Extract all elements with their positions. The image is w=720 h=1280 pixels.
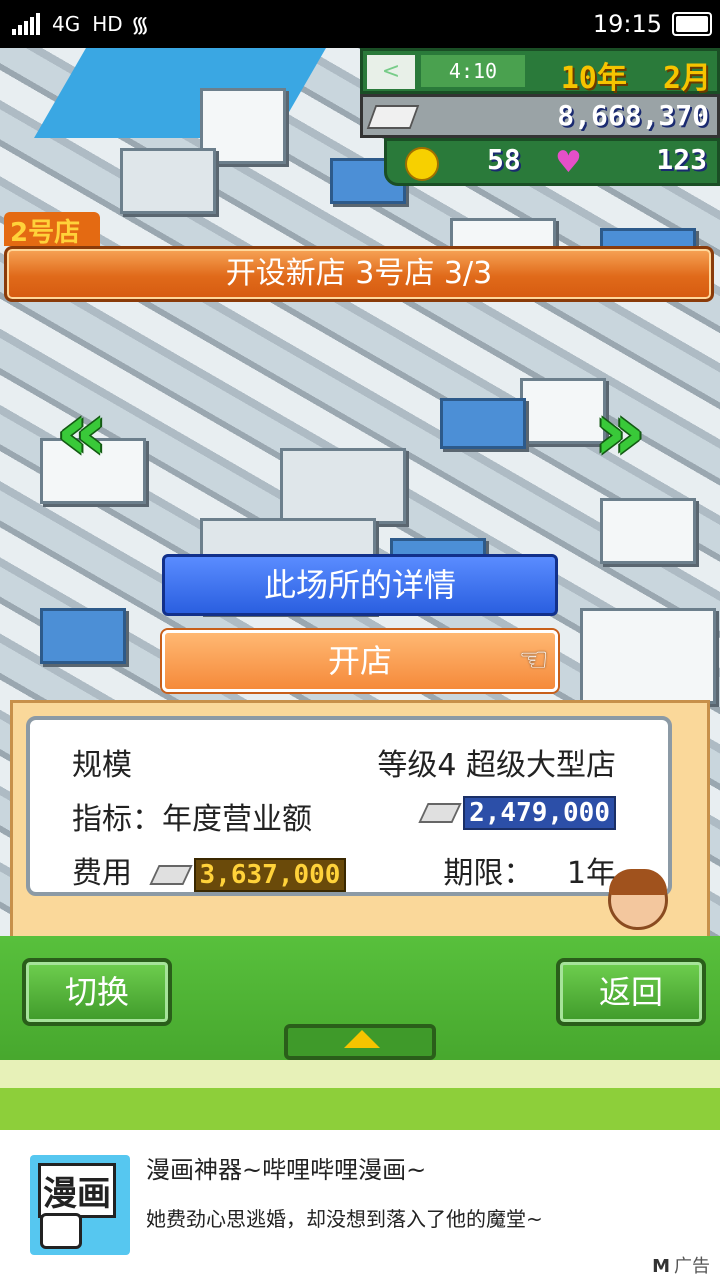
arrow-up-icon — [344, 1030, 380, 1048]
location-details-button[interactable]: 此场所的详情 — [162, 554, 558, 616]
building — [600, 498, 696, 564]
ad-icon-text: 漫画 — [38, 1163, 116, 1218]
hd-indicator: HD — [92, 12, 123, 36]
coin-icon — [405, 147, 439, 181]
game-date: 10年 2月 — [561, 53, 711, 97]
pointing-hand-icon: ☜ — [518, 640, 549, 680]
target-value: 2,479,000 — [463, 795, 616, 830]
panel-stripe — [0, 1060, 720, 1088]
building — [440, 398, 526, 449]
switch-button[interactable]: 切换 — [22, 958, 172, 1026]
building — [280, 448, 406, 524]
ad-app-icon[interactable]: 漫画 — [30, 1155, 130, 1255]
scale-value: 等级4 超级大型店 — [377, 748, 616, 783]
hud-points-row: 58 ♥ 123 — [384, 138, 720, 186]
money-icon — [148, 864, 193, 885]
scale-label: 规模 — [72, 748, 132, 783]
coin-count: 58 — [487, 143, 521, 176]
advisor-avatar — [608, 869, 668, 930]
game-month: 2月 — [662, 61, 711, 96]
building — [120, 148, 216, 214]
network-type: 4G — [52, 12, 81, 36]
tv-mascot-icon — [40, 1213, 82, 1249]
next-location-arrow-icon[interactable]: » — [594, 392, 668, 472]
signal-icon — [12, 13, 40, 35]
hud-panel: < 4:10 10年 2月 8,668,370 58 ♥ 123 — [360, 48, 720, 188]
panel-base — [0, 1088, 720, 1130]
cost-value: 3,637,000 — [193, 857, 347, 892]
money-value: 8,668,370 — [557, 99, 709, 132]
open-store-label: 开店 — [327, 642, 392, 680]
ad-description[interactable]: 她费劲心思逃婚，却没想到落入了他的魔堂~ — [146, 1205, 586, 1233]
term-label: 期限： — [443, 856, 534, 891]
cost-label: 费用 — [72, 856, 132, 891]
money-icon — [418, 802, 462, 823]
hud-time-row: < 4:10 10年 2月 — [360, 48, 720, 97]
ad-logo-icon: M — [652, 1256, 670, 1277]
open-store-button[interactable]: 开店 ☜ — [162, 630, 558, 692]
back-button[interactable]: 返回 — [556, 958, 706, 1026]
status-time: 19:15 — [592, 10, 662, 38]
prev-location-arrow-icon[interactable]: « — [56, 392, 130, 472]
game-clock: 4:10 — [421, 55, 525, 87]
ad-title[interactable]: 漫画神器~哔哩哔哩漫画~ — [146, 1150, 426, 1185]
store-tag: 2号店 — [4, 212, 100, 248]
battery-icon — [672, 12, 712, 36]
speed-toggle-icon[interactable]: < — [367, 55, 415, 89]
game-year: 10年 — [560, 61, 627, 96]
wifi-icon: ᯾ — [130, 13, 150, 38]
status-bar: 4G HD ᯾ 19:15 — [0, 0, 720, 48]
hud-money-row: 8,668,370 — [360, 94, 720, 138]
new-store-title: 开设新店 3号店 3/3 — [4, 246, 714, 302]
ad-label: M 广告 — [652, 1256, 710, 1277]
building — [40, 608, 126, 664]
expand-menu-button[interactable] — [284, 1024, 436, 1060]
snow-trees — [580, 608, 716, 704]
target-label: 指标：年度营业额 — [72, 802, 312, 837]
heart-count: 123 — [656, 143, 707, 176]
heart-icon: ♥ — [555, 145, 582, 180]
money-icon — [366, 105, 420, 129]
